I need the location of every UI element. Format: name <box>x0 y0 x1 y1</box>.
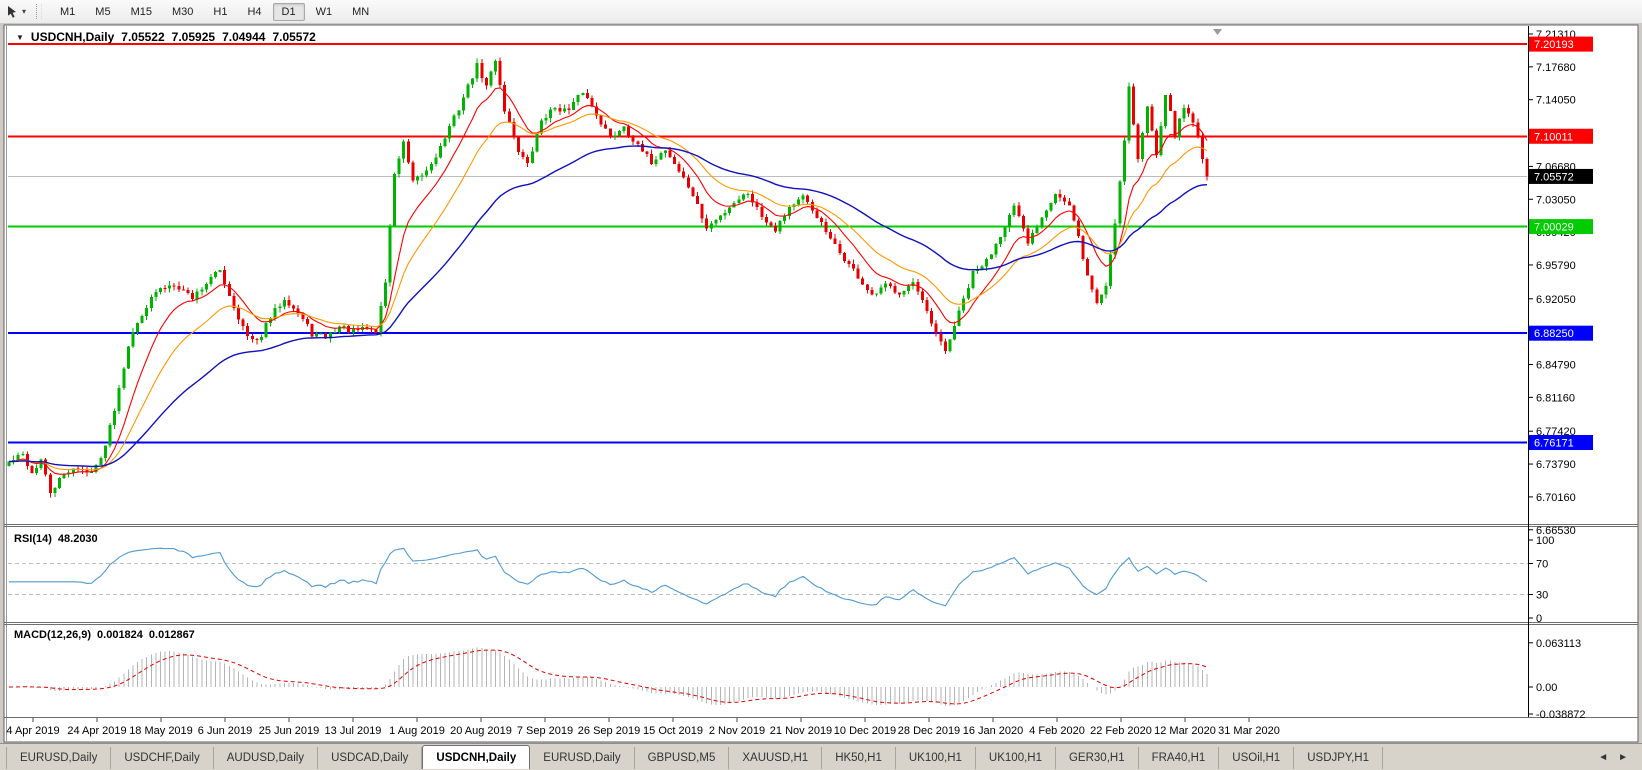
svg-text:7.14050: 7.14050 <box>1536 95 1576 107</box>
rsi-indicator-label: RSI(14) 48.2030 <box>14 533 98 545</box>
svg-text:25 Jun 2019: 25 Jun 2019 <box>259 725 320 737</box>
chart-title: ▼ USDCNH,Daily 7.05522 7.05925 7.04944 7… <box>16 30 316 44</box>
svg-text:6.92050: 6.92050 <box>1536 294 1576 306</box>
svg-text:6.95790: 6.95790 <box>1536 260 1576 272</box>
svg-text:100: 100 <box>1536 535 1554 547</box>
svg-text:13 Jul 2019: 13 Jul 2019 <box>325 725 382 737</box>
svg-text:7.05572: 7.05572 <box>1534 171 1574 183</box>
open-value: 7.05522 <box>121 30 164 44</box>
svg-text:7.10011: 7.10011 <box>1534 131 1573 143</box>
svg-text:2 Nov 2019: 2 Nov 2019 <box>709 725 765 737</box>
svg-text:6.70160: 6.70160 <box>1536 492 1576 504</box>
svg-text:26 Sep 2019: 26 Sep 2019 <box>578 725 640 737</box>
svg-text:21 Nov 2019: 21 Nov 2019 <box>770 725 832 737</box>
svg-text:4 Feb 2020: 4 Feb 2020 <box>1029 725 1085 737</box>
svg-text:0.063113: 0.063113 <box>1536 638 1581 650</box>
svg-text:30: 30 <box>1536 590 1548 602</box>
svg-text:31 Mar 2020: 31 Mar 2020 <box>1218 725 1280 737</box>
svg-text:7.00029: 7.00029 <box>1534 222 1574 234</box>
svg-text:6.73790: 6.73790 <box>1536 459 1576 471</box>
macd-name: MACD(12,26,9) <box>14 629 91 641</box>
svg-text:0.00: 0.00 <box>1536 682 1557 694</box>
svg-text:6.81160: 6.81160 <box>1536 392 1575 404</box>
svg-text:7.20193: 7.20193 <box>1534 39 1574 51</box>
svg-text:7.03050: 7.03050 <box>1536 194 1576 206</box>
svg-text:22 Feb 2020: 22 Feb 2020 <box>1090 725 1152 737</box>
svg-text:12 Mar 2020: 12 Mar 2020 <box>1154 725 1216 737</box>
symbol-period-label: USDCNH,Daily <box>31 30 114 44</box>
svg-text:7.17680: 7.17680 <box>1536 62 1576 74</box>
svg-text:6 Jun 2019: 6 Jun 2019 <box>198 725 252 737</box>
low-value: 7.04944 <box>222 30 265 44</box>
svg-text:6.76171: 6.76171 <box>1534 438 1574 450</box>
close-value: 7.05572 <box>272 30 315 44</box>
price-chart-canvas[interactable]: 7.213107.176807.140507.066807.030506.994… <box>0 0 1642 770</box>
svg-text:6.84790: 6.84790 <box>1536 360 1576 372</box>
high-value: 7.05925 <box>172 30 215 44</box>
svg-text:7 Sep 2019: 7 Sep 2019 <box>517 725 573 737</box>
macd-main-value: 0.001824 <box>97 629 143 641</box>
svg-text:-0.038872: -0.038872 <box>1536 709 1586 721</box>
macd-signal-value: 0.012867 <box>149 629 195 641</box>
svg-text:4 Apr 2019: 4 Apr 2019 <box>6 725 59 737</box>
svg-text:15 Oct 2019: 15 Oct 2019 <box>643 725 703 737</box>
collapse-triangle-icon[interactable]: ▼ <box>16 33 24 42</box>
svg-text:18 May 2019: 18 May 2019 <box>129 725 193 737</box>
svg-text:1 Aug 2019: 1 Aug 2019 <box>389 725 445 737</box>
application-window: { "icons": {"collapse": "▼", "caret": "▾… <box>0 0 1642 770</box>
svg-text:24 Apr 2019: 24 Apr 2019 <box>67 725 126 737</box>
macd-indicator-label: MACD(12,26,9) 0.001824 0.012867 <box>14 629 195 641</box>
svg-text:0: 0 <box>1536 613 1542 625</box>
svg-text:70: 70 <box>1536 558 1548 570</box>
svg-text:6.88250: 6.88250 <box>1534 328 1574 340</box>
svg-text:10 Dec 2019: 10 Dec 2019 <box>834 725 896 737</box>
rsi-name: RSI(14) <box>14 533 52 545</box>
svg-text:20 Aug 2019: 20 Aug 2019 <box>450 725 512 737</box>
svg-text:16 Jan 2020: 16 Jan 2020 <box>963 725 1024 737</box>
rsi-current-value: 48.2030 <box>58 533 98 545</box>
svg-text:28 Dec 2019: 28 Dec 2019 <box>898 725 960 737</box>
